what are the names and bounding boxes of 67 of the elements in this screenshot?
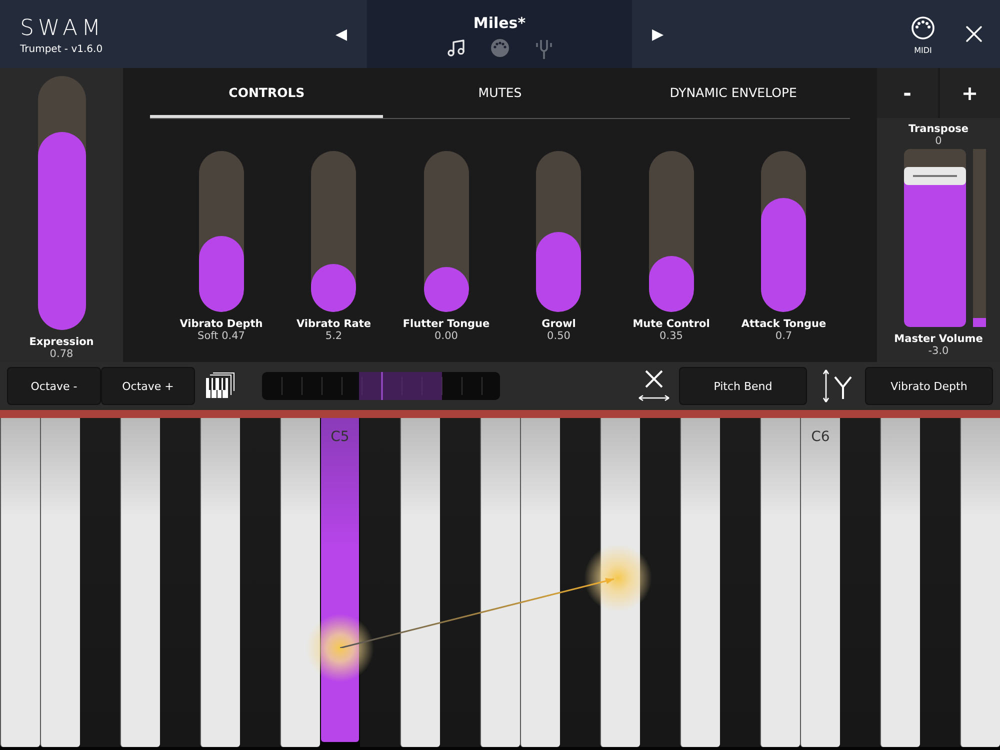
preset-name: Miles*: [473, 14, 526, 32]
next-preset-button[interactable]: ▶: [632, 0, 739, 68]
control-label: Flutter Tongue: [402, 318, 490, 330]
x-axis-assign-button[interactable]: Pitch Bend: [679, 367, 807, 405]
natural-piano-key[interactable]: [400, 418, 440, 747]
midi-view-button[interactable]: [490, 38, 510, 60]
natural-piano-key[interactable]: [880, 418, 920, 747]
note-label: C5: [330, 429, 350, 447]
tab[interactable]: MUTES: [383, 68, 617, 118]
slider-thumb[interactable]: [904, 166, 966, 185]
transpose-label: Transpose: [908, 123, 969, 135]
natural-piano-key[interactable]: [200, 418, 240, 747]
control-label: Vibrato Depth: [180, 318, 263, 330]
natural-piano-key[interactable]: [760, 418, 800, 747]
master-volume-label: Master Volume: [894, 333, 983, 345]
octave-up-button[interactable]: Octave +: [101, 367, 195, 405]
control-value: 5.2: [325, 330, 342, 342]
midi-button[interactable]: MIDI: [898, 0, 948, 68]
control-slider[interactable]: [648, 151, 694, 312]
keyboard-icon[interactable]: [205, 372, 235, 400]
octave-down-button[interactable]: Octave -: [7, 367, 101, 405]
natural-piano-key[interactable]: [680, 418, 720, 747]
control-label: Growl: [542, 318, 576, 330]
control-value: 0.50: [547, 330, 570, 342]
transpose-down-button[interactable]: -: [877, 68, 938, 118]
expression-label: Expression: [29, 336, 94, 348]
natural-piano-key[interactable]: [280, 418, 320, 747]
instrument-version: Trumpet - v1.6.0: [20, 44, 104, 55]
midi-port-icon: [490, 38, 510, 58]
natural-piano-key[interactable]: [480, 418, 520, 747]
tab[interactable]: CONTROLS: [150, 68, 384, 118]
control-label: Vibrato Rate: [296, 318, 372, 330]
tuning-view-button[interactable]: [534, 38, 554, 60]
midi-port-icon: [911, 16, 935, 40]
expression-slider[interactable]: [38, 76, 86, 330]
app-logo: SWAM: [20, 18, 106, 40]
tuning-fork-icon: [534, 38, 554, 60]
y-axis-assign-button[interactable]: Vibrato Depth: [865, 367, 993, 405]
music-note-icon: [446, 38, 466, 58]
master-volume-value: -3.0: [928, 345, 949, 357]
note-label: C6: [811, 429, 830, 447]
control-slider[interactable]: [761, 151, 806, 312]
natural-piano-key[interactable]: [40, 418, 80, 747]
natural-piano-key[interactable]: [520, 418, 560, 747]
control-slider[interactable]: [198, 151, 244, 312]
control-slider[interactable]: [311, 151, 356, 312]
sharp-piano-key[interactable]: [560, 418, 600, 747]
control-value: 0.35: [660, 330, 683, 342]
transpose-value: 0: [935, 135, 942, 147]
natural-piano-key[interactable]: C6: [800, 418, 840, 747]
control-value: 0.7: [775, 330, 792, 342]
transpose-up-button[interactable]: +: [940, 68, 1000, 118]
control-slider[interactable]: [424, 151, 469, 312]
natural-piano-key[interactable]: [0, 418, 40, 747]
horizontal-axis-icon: [637, 369, 671, 403]
control-value: Soft 0.47: [198, 330, 245, 342]
expression-value: 0.78: [50, 348, 74, 360]
master-volume-slider[interactable]: [904, 149, 966, 327]
natural-piano-key[interactable]: [120, 418, 160, 747]
control-value: 0.00: [434, 330, 458, 342]
previous-preset-button[interactable]: ◀: [260, 0, 367, 68]
tab[interactable]: DYNAMIC ENVELOPE: [616, 68, 850, 118]
touch-point-glow: [306, 614, 374, 682]
control-label: Attack Tongue: [741, 318, 826, 330]
control-slider[interactable]: [536, 151, 582, 312]
natural-piano-key[interactable]: [960, 418, 1000, 747]
control-label: Mute Control: [632, 318, 710, 330]
